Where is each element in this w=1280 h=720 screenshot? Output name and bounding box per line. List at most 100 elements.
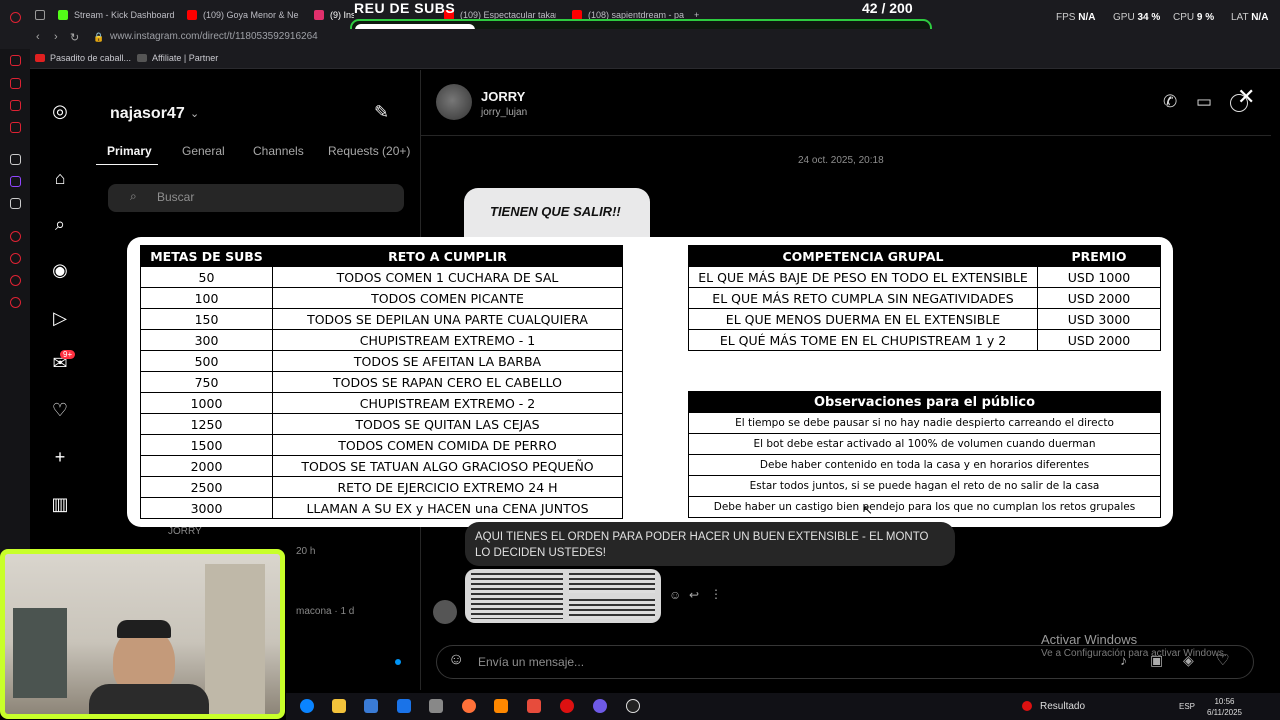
gpu-readout: GPU 34 %	[1113, 12, 1161, 23]
tab-general[interactable]: General	[182, 144, 225, 158]
search-input[interactable]	[108, 184, 404, 212]
phone-icon[interactable]: ✆	[1163, 92, 1177, 112]
tab-requests[interactable]: Requests (20+)	[328, 144, 410, 158]
tab-grid-icon[interactable]	[35, 4, 45, 26]
new-message-icon[interactable]: ✎	[374, 102, 389, 123]
url-field[interactable]: www.instagram.com/direct/t/1180535929162…	[110, 31, 318, 42]
goal-challenge-cell: TODOS SE DEPILAN UNA PARTE CUALQUIERA	[272, 308, 623, 330]
tab-channels[interactable]: Channels	[253, 144, 304, 158]
tray-result-label[interactable]: Resultado	[1040, 701, 1085, 712]
chat-handle: jorry_lujan	[481, 107, 528, 118]
tab-kick[interactable]: Stream - Kick Dashboard	[58, 4, 180, 26]
clock-time: 10:56	[1214, 697, 1235, 706]
observation-cell: El tiempo se debe pausar si no hay nadie…	[688, 412, 1161, 434]
outlook-icon[interactable]	[397, 699, 411, 713]
twitch-icon[interactable]	[10, 176, 21, 187]
instagram-logo-icon[interactable]: ◎	[49, 100, 71, 122]
account-username[interactable]: najasor47	[110, 105, 185, 123]
sidebar-icon-1[interactable]	[10, 55, 21, 66]
webcam-door	[205, 564, 265, 714]
x-icon[interactable]	[10, 198, 21, 209]
goals-header-challenge: RETO A CUMPLIR	[272, 245, 623, 267]
store-icon[interactable]	[364, 699, 378, 713]
goal-challenge-cell: RETO DE EJERCICIO EXTREMO 24 H	[272, 476, 623, 498]
overlay-title: REU DE SUBS	[354, 0, 456, 16]
home-icon[interactable]: ⌂	[49, 167, 71, 189]
reload-icon[interactable]: ↻	[70, 31, 79, 44]
sidebar-icon-2[interactable]	[10, 78, 21, 89]
video-call-icon[interactable]: ▭	[1196, 92, 1212, 112]
file-explorer-icon[interactable]	[332, 699, 346, 713]
reels-icon[interactable]: ▷	[49, 307, 71, 329]
prize-cell: USD 1000	[1037, 266, 1161, 288]
chat-name[interactable]: JORRY	[481, 89, 525, 104]
observation-row: El tiempo se debe pausar si no hay nadie…	[688, 412, 1161, 434]
reply-icon[interactable]: ↩	[689, 588, 699, 602]
goal-subs-cell: 750	[140, 371, 273, 393]
goal-row: 500 TODOS SE AFEITAN LA BARBA	[140, 350, 623, 372]
discord-icon[interactable]	[593, 699, 607, 713]
explore-icon[interactable]: ◉	[49, 259, 71, 281]
bookmark-1[interactable]: Pasadito de caball...	[35, 53, 131, 63]
avatar[interactable]	[436, 84, 472, 120]
tab-primary[interactable]: Primary	[107, 144, 152, 158]
goal-challenge-cell: TODOS SE TATUAN ALGO GRACIOSO PEQUEÑO	[272, 455, 623, 477]
goal-row: 3000 LLAMAN A SU EX y HACEN una CENA JUNT…	[140, 497, 623, 519]
notifications-icon[interactable]: ♡	[49, 399, 71, 421]
dashboard-icon[interactable]: ▥	[49, 493, 71, 515]
goal-row: 100 TODOS COMEN PICANTE	[140, 287, 623, 309]
attachment-thumbnail[interactable]	[465, 569, 661, 623]
goal-row: 2000 TODOS SE TATUAN ALGO GRACIOSO PEQUEÑ…	[140, 455, 623, 477]
goal-subs-cell: 500	[140, 350, 273, 372]
observation-cell: Estar todos juntos, si se puede hagan el…	[688, 475, 1161, 497]
opera-icon[interactable]	[560, 699, 574, 713]
edge-icon[interactable]	[300, 699, 314, 713]
sidebar-icon-7[interactable]	[10, 253, 21, 264]
firefox-icon[interactable]	[462, 699, 476, 713]
forward-icon[interactable]: ›	[54, 31, 58, 43]
observation-row: Debe haber contenido en toda la casa y e…	[688, 454, 1161, 476]
goal-subs-cell: 1500	[140, 434, 273, 456]
emoji-icon[interactable]: ☺	[448, 651, 464, 669]
react-icon[interactable]: ☺	[669, 588, 681, 602]
app-icon[interactable]	[527, 699, 541, 713]
close-icon[interactable]: ✕	[1237, 84, 1255, 110]
sidebar-icon-6[interactable]	[10, 231, 21, 242]
sidebar-icon-5[interactable]	[10, 154, 21, 165]
goal-row: 150 TODOS SE DEPILAN UNA PARTE CUALQUIERA	[140, 308, 623, 330]
language-indicator[interactable]: ESP	[1179, 702, 1195, 711]
date-separator: 24 oct. 2025, 20:18	[798, 155, 884, 166]
tab-instagram[interactable]: (9) Instagram • Mensajes	[314, 4, 354, 26]
back-icon[interactable]: ‹	[36, 31, 40, 43]
settings-icon[interactable]	[10, 297, 21, 308]
goal-row: 1500 TODOS COMEN COMIDA DE PERRO	[140, 434, 623, 456]
search-icon[interactable]: ⌕	[49, 213, 71, 235]
goal-challenge-cell: CHUPISTREAM EXTREMO - 2	[272, 392, 623, 414]
app-icon[interactable]	[429, 699, 443, 713]
goal-row: 50 TODOS COMEN 1 CUCHARA DE SAL	[140, 266, 623, 288]
clock-date: 6/11/2025	[1207, 708, 1242, 717]
lock-icon: 🔒	[93, 32, 105, 42]
goal-row: 750 TODOS SE RAPAN CERO EL CABELLO	[140, 371, 623, 393]
obs-header: Observaciones para el público	[688, 391, 1161, 413]
opera-logo-icon[interactable]	[10, 12, 21, 23]
create-icon[interactable]: +	[49, 446, 71, 468]
list-item-time: 20 h	[296, 546, 316, 557]
goal-subs-cell: 100	[140, 287, 273, 309]
more-icon[interactable]: ⋮	[710, 587, 722, 601]
sidebar-icon-3[interactable]	[10, 100, 21, 111]
list-item-snippet[interactable]: macona · 1 d	[296, 606, 354, 617]
obs-icon[interactable]	[626, 699, 640, 713]
observation-row: El bot debe estar activado al 100% de vo…	[688, 433, 1161, 455]
sidebar-icon-4[interactable]	[10, 122, 21, 133]
vlc-icon[interactable]	[494, 699, 508, 713]
clock[interactable]: 10:56 6/11/2025	[1207, 696, 1242, 718]
chevron-down-icon[interactable]: ⌄	[190, 107, 199, 120]
bookmark-2[interactable]: Affiliate | Partner	[137, 53, 218, 63]
tab-youtube-1[interactable]: (109) Goya Menor & Nekt...	[187, 4, 299, 26]
list-item-name[interactable]: JORRY	[168, 526, 202, 537]
observation-cell: Debe haber un castigo bien pendejo para …	[688, 496, 1161, 518]
thumbnail-left	[471, 573, 563, 619]
history-icon[interactable]	[10, 275, 21, 286]
youtube-icon	[35, 54, 45, 62]
